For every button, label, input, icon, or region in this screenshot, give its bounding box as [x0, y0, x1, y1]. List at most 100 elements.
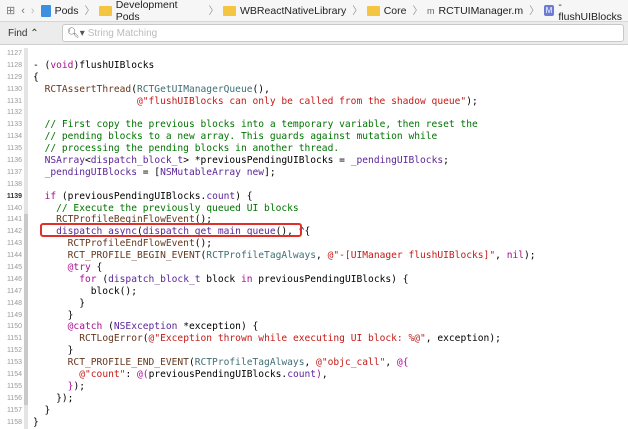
line-number[interactable]: 1139	[0, 191, 24, 203]
chevron-right-icon: 〉	[208, 5, 220, 17]
breadcrumb-item[interactable]: M -flushUIBlocks	[543, 0, 624, 23]
breadcrumb-item[interactable]: Core	[366, 5, 406, 17]
code-line: 1149 }	[0, 309, 628, 322]
breadcrumb-label: Development Pods	[115, 0, 178, 23]
find-mode-select[interactable]: Find ⌃	[0, 28, 62, 39]
forward-icon[interactable]: ›	[31, 5, 35, 17]
code-line: 1140 // Execute the previously queued UI…	[0, 202, 628, 215]
change-bar	[24, 95, 28, 108]
project-icon	[40, 4, 51, 17]
code-token: @"flushUIBlocks can only be called from …	[136, 95, 467, 107]
code-text: }	[33, 310, 74, 322]
line-number[interactable]: 1131	[0, 96, 24, 108]
line-number[interactable]: 1156	[0, 393, 24, 405]
change-bar	[24, 143, 28, 156]
code-token: RCTProfileTagAlways	[206, 250, 317, 262]
line-number[interactable]: 1148	[0, 298, 24, 310]
code-line: 1133 // First copy the previous blocks i…	[0, 119, 628, 132]
line-number[interactable]: 1135	[0, 143, 24, 155]
chevron-right-icon: 〉	[529, 5, 540, 17]
breadcrumb-item[interactable]: m RCTUIManager.m	[427, 5, 523, 17]
change-bar	[24, 48, 28, 60]
line-number[interactable]: 1140	[0, 203, 24, 215]
code-token: RCTLogError	[79, 333, 143, 345]
back-icon[interactable]: ‹	[21, 5, 25, 17]
line-number[interactable]: 1152	[0, 345, 24, 357]
line-number[interactable]: 1129	[0, 72, 24, 84]
line-number[interactable]: 1157	[0, 405, 24, 417]
line-number[interactable]: 1151	[0, 333, 24, 345]
code-token: ];	[264, 166, 276, 178]
code-text: @try {	[33, 262, 103, 274]
code-token: @try	[67, 262, 91, 274]
line-number[interactable]: 1145	[0, 262, 24, 274]
chevron-right-icon: 〉	[412, 5, 423, 17]
code-token: _pendingUIBlocks	[44, 166, 137, 178]
change-bar	[24, 71, 28, 84]
find-bar: Find ⌃ 🔍︎▾ String Matching	[0, 22, 628, 45]
breadcrumb-item[interactable]: Development Pods	[99, 0, 203, 23]
breadcrumb-label: WBReactNativeLibrary	[240, 4, 347, 17]
line-number[interactable]: 1136	[0, 155, 24, 167]
code-token: previousPendingUIBlocks) {	[252, 273, 409, 285]
code-line: 1158}	[0, 416, 628, 429]
code-text: - (void)flushUIBlocks	[33, 60, 154, 72]
line-number[interactable]: 1130	[0, 84, 24, 96]
code-text: }	[33, 405, 51, 417]
code-text: @"count": @(previousPendingUIBlocks.coun…	[33, 369, 327, 381]
code-line: 1132	[0, 107, 628, 120]
code-text: // Execute the previously queued UI bloc…	[33, 203, 299, 215]
code-token: });	[33, 392, 74, 404]
line-number[interactable]: 1137	[0, 167, 24, 179]
line-number[interactable]: 1142	[0, 226, 24, 238]
line-number[interactable]: 1138	[0, 179, 24, 191]
line-number[interactable]: 1150	[0, 321, 24, 333]
code-editor[interactable]: 1127 1128 - (void)flushUIBlocks 1129 {1130 R…	[0, 48, 628, 429]
code-token: // First copy the previous blocks into a…	[44, 119, 478, 131]
code-line: 1144 RCT_PROFILE_BEGIN_EVENT(RCTProfileT…	[0, 250, 628, 263]
change-bar	[24, 83, 28, 96]
change-bar	[24, 250, 28, 263]
breadcrumb-item[interactable]: WBReactNativeLibrary	[223, 5, 346, 17]
change-bar	[24, 202, 28, 215]
line-number[interactable]: 1132	[0, 107, 24, 119]
code-token: RCTProfileEndFlowEvent	[67, 238, 195, 250]
code-token: ;	[443, 155, 449, 167]
line-number[interactable]: 1154	[0, 369, 24, 381]
line-number[interactable]: 1153	[0, 357, 24, 369]
line-number[interactable]: 1149	[0, 310, 24, 322]
code-text: RCT_PROFILE_BEGIN_EVENT(RCTProfileTagAlw…	[33, 250, 536, 262]
search-input[interactable]: 🔍︎▾ String Matching	[62, 24, 624, 42]
code-token: @catch	[67, 321, 103, 333]
code-token: ) {	[235, 190, 253, 202]
line-number[interactable]: 1158	[0, 417, 24, 429]
line-number[interactable]: 1147	[0, 286, 24, 298]
line-number[interactable]: 1127	[0, 48, 24, 60]
breadcrumb-item[interactable]: Pods	[40, 4, 79, 17]
line-number[interactable]: 1144	[0, 250, 24, 262]
breadcrumb-label: RCTUIManager.m	[438, 4, 524, 17]
line-number[interactable]: 1143	[0, 238, 24, 250]
line-number[interactable]: 1128	[0, 60, 24, 72]
code-line: 1134 // pending blocks to a new array. T…	[0, 131, 628, 144]
code-token: @(	[137, 369, 149, 381]
line-number[interactable]: 1133	[0, 119, 24, 131]
code-token: (	[102, 321, 114, 333]
code-token: }	[33, 297, 85, 309]
line-number[interactable]: 1141	[0, 214, 24, 226]
line-number[interactable]: 1134	[0, 131, 24, 143]
code-text: @"flushUIBlocks can only be called from …	[33, 96, 478, 108]
code-token: count	[206, 190, 236, 202]
line-number[interactable]: 1146	[0, 274, 24, 286]
code-token: previousPendingUIBlocks.	[148, 369, 288, 381]
change-bar	[24, 119, 28, 132]
line-number[interactable]: 1155	[0, 381, 24, 393]
change-bar	[24, 262, 28, 274]
code-token: :	[125, 369, 137, 381]
grid-icon[interactable]: ⊞	[6, 4, 15, 17]
